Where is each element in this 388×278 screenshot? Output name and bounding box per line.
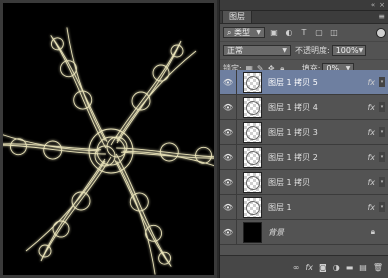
link-layers-icon[interactable]: ∞ bbox=[293, 263, 300, 272]
image-filter-icon[interactable]: ▣ bbox=[268, 27, 280, 38]
opacity-label: 不透明度: bbox=[295, 46, 330, 55]
filter-toggle[interactable] bbox=[376, 27, 386, 38]
eye-icon[interactable]: 👁︎ bbox=[220, 228, 236, 237]
layer-row[interactable]: 👁︎ 图层 1 拷贝 3 fx ▾ bbox=[220, 120, 388, 145]
opacity-field[interactable]: 100% ▼ bbox=[331, 45, 366, 56]
chevron-down-icon: ▼ bbox=[358, 47, 364, 54]
panel-menu-icon[interactable]: ≡ bbox=[378, 12, 385, 21]
filter-kind-value: 类型 bbox=[234, 28, 251, 37]
eye-icon[interactable]: 👁︎ bbox=[220, 153, 236, 162]
filter-kind-select[interactable]: ⌕ 类型 ▼ bbox=[223, 27, 265, 38]
type-filter-icon[interactable]: T bbox=[298, 27, 310, 38]
eye-icon[interactable]: 👁︎ bbox=[220, 128, 236, 137]
document-canvas-area bbox=[0, 0, 217, 278]
layer-thumbnail bbox=[243, 196, 262, 218]
adjustment-filter-icon[interactable]: ◐ bbox=[283, 27, 295, 38]
expand-effects-icon[interactable]: ▾ bbox=[379, 127, 385, 137]
layer-name[interactable]: 图层 1 拷贝 2 bbox=[268, 152, 318, 163]
add-mask-icon[interactable]: ◙ bbox=[319, 263, 327, 272]
blend-mode-value: 正常 bbox=[227, 46, 243, 55]
layer-row[interactable]: 👁︎ 图层 1 拷贝 4 fx ▾ bbox=[220, 95, 388, 120]
layer-row[interactable]: 👁︎ 图层 1 拷贝 fx ▾ bbox=[220, 170, 388, 195]
layer-thumbnail bbox=[243, 146, 262, 168]
layer-row-background[interactable]: 👁︎ 背景 🔒︎ bbox=[220, 220, 388, 245]
tab-layers[interactable]: 图层 bbox=[222, 10, 252, 23]
swirl-artwork bbox=[3, 21, 214, 275]
layer-name[interactable]: 图层 1 拷贝 5 bbox=[268, 77, 318, 88]
eye-icon[interactable]: 👁︎ bbox=[220, 178, 236, 187]
layers-panel: « × 图层 ≡ ⌕ 类型 ▼ ▣ ◐ T ▢ ◫ 正常 ▼ 不透明度: 100… bbox=[219, 0, 388, 278]
eye-icon[interactable]: 👁︎ bbox=[220, 78, 236, 87]
lock-icon: 🔒︎ bbox=[370, 227, 375, 236]
delete-layer-icon[interactable]: 🗑︎ bbox=[373, 263, 383, 272]
close-panel-icon[interactable]: × bbox=[379, 1, 385, 9]
layer-row[interactable]: 👁︎ 图层 1 fx ▾ bbox=[220, 195, 388, 220]
layer-row[interactable]: 👁︎ 图层 1 拷贝 2 fx ▾ bbox=[220, 145, 388, 170]
document-canvas[interactable] bbox=[3, 3, 214, 275]
layer-thumbnail bbox=[243, 121, 262, 143]
layer-name[interactable]: 背景 bbox=[268, 227, 284, 238]
new-layer-icon[interactable]: ▤ bbox=[359, 263, 367, 272]
chevron-down-icon: ▼ bbox=[282, 47, 287, 54]
expand-effects-icon[interactable]: ▾ bbox=[379, 202, 385, 212]
fx-icon[interactable]: fx bbox=[367, 103, 375, 112]
opacity-value: 100% bbox=[335, 46, 359, 55]
smart-object-filter-icon[interactable]: ◫ bbox=[328, 27, 340, 38]
layers-list: 👁︎ 图层 1 拷贝 5 fx ▾ 👁︎ 图层 1 拷贝 4 fx ▾ 👁︎ 图… bbox=[220, 70, 388, 256]
shape-filter-icon[interactable]: ▢ bbox=[313, 27, 325, 38]
layer-thumbnail bbox=[243, 171, 262, 193]
layer-name[interactable]: 图层 1 bbox=[268, 202, 292, 213]
new-group-icon[interactable]: ▬ bbox=[346, 263, 354, 272]
layer-thumbnail bbox=[243, 221, 262, 243]
layer-name[interactable]: 图层 1 拷贝 4 bbox=[268, 102, 318, 113]
fx-icon[interactable]: fx bbox=[367, 203, 375, 212]
eye-icon[interactable]: 👁︎ bbox=[220, 103, 236, 112]
layer-name[interactable]: 图层 1 拷贝 3 bbox=[268, 127, 318, 138]
chevron-down-icon: ▼ bbox=[256, 29, 261, 36]
expand-effects-icon[interactable]: ▾ bbox=[379, 77, 385, 87]
fx-icon[interactable]: fx bbox=[367, 178, 375, 187]
search-icon: ⌕ bbox=[227, 27, 232, 37]
filter-row: ⌕ 类型 ▼ ▣ ◐ T ▢ ◫ bbox=[220, 24, 388, 42]
fx-icon[interactable]: fx bbox=[367, 153, 375, 162]
collapse-icon[interactable]: « bbox=[371, 1, 375, 9]
fx-icon[interactable]: fx bbox=[367, 78, 375, 87]
expand-effects-icon[interactable]: ▾ bbox=[379, 102, 385, 112]
expand-effects-icon[interactable]: ▾ bbox=[379, 177, 385, 187]
blend-mode-select[interactable]: 正常 ▼ bbox=[223, 45, 291, 56]
layer-name[interactable]: 图层 1 拷贝 bbox=[268, 177, 310, 188]
layer-thumbnail bbox=[243, 96, 262, 118]
layer-thumbnail bbox=[243, 71, 262, 93]
adjustment-layer-icon[interactable]: ◑ bbox=[333, 263, 340, 272]
fx-icon[interactable]: fx bbox=[305, 263, 313, 272]
expand-effects-icon[interactable]: ▾ bbox=[379, 152, 385, 162]
panel-tab-row: 图层 ≡ bbox=[220, 10, 388, 24]
layer-row[interactable]: 👁︎ 图层 1 拷贝 5 fx ▾ bbox=[220, 70, 388, 95]
blend-row: 正常 ▼ 不透明度: 100% ▼ bbox=[220, 42, 388, 60]
eye-icon[interactable]: 👁︎ bbox=[220, 203, 236, 212]
fx-icon[interactable]: fx bbox=[367, 128, 375, 137]
panel-bottom-bar: ∞ fx ◙ ◑ ▬ ▤ 🗑︎ bbox=[220, 255, 388, 278]
